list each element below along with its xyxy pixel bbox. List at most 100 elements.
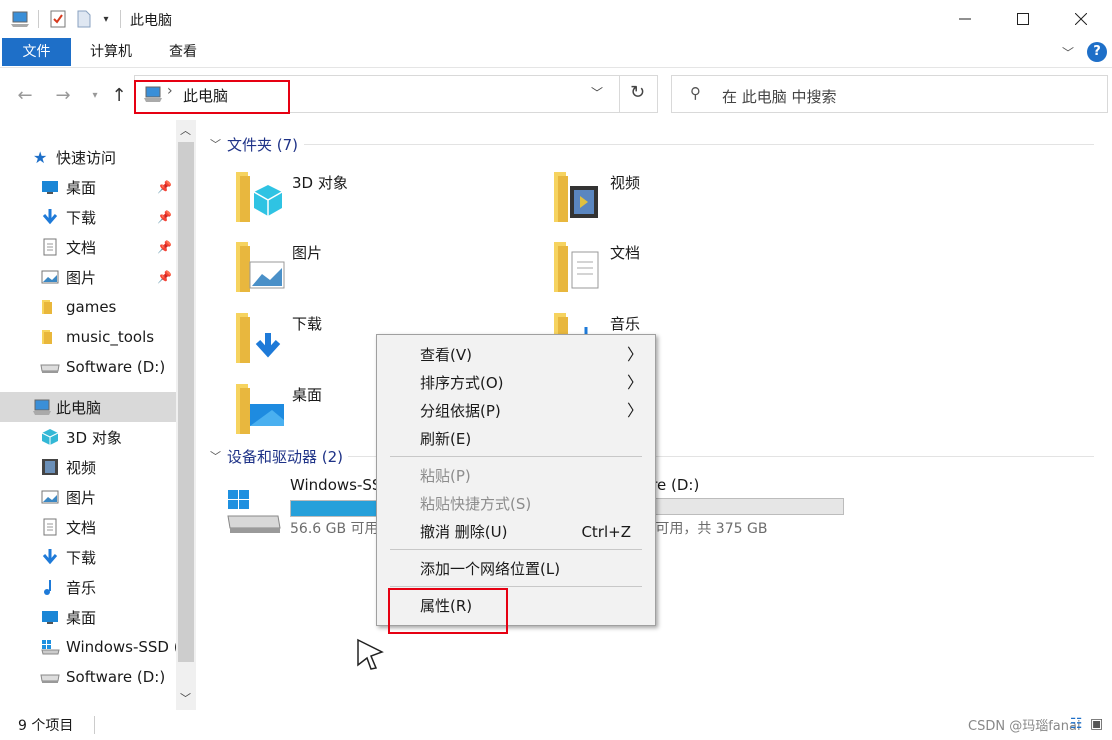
minimize-button[interactable] (936, 0, 994, 38)
folder-item[interactable]: 视频 (552, 168, 852, 230)
nav-item-label: 此电脑 (56, 398, 102, 417)
drive-free-space: 3 可用，共 375 GB (642, 521, 768, 537)
customize-toolbar-icon[interactable]: ▾ (96, 9, 116, 29)
tab-view[interactable]: 查看 (150, 38, 216, 66)
document-icon (40, 517, 60, 537)
status-bar: 9 个项目 CSDN @玛瑙fanai ☷ ▣ (0, 710, 1112, 740)
nav-item[interactable]: 视频 (0, 452, 176, 482)
context-menu-item[interactable]: 排序方式(O) 〉 (377, 369, 655, 397)
nav-item[interactable]: music_tools (0, 322, 176, 352)
drive-software-d[interactable]: are (D:) 3 可用，共 375 GB (622, 476, 962, 540)
nav-item[interactable]: 桌面 (0, 602, 176, 632)
section-folders[interactable]: ﹀ 文件夹 (7) (210, 132, 298, 156)
help-icon[interactable]: ? (1087, 42, 1107, 62)
nav-item[interactable]: 此电脑 (0, 392, 176, 422)
context-menu-item[interactable]: 刷新(E) (377, 425, 655, 453)
cube-icon (40, 427, 60, 447)
refresh-icon[interactable]: ↻ (630, 82, 645, 103)
drive-icon (40, 357, 60, 377)
folder-item[interactable]: 文档 (552, 238, 852, 300)
computer-icon[interactable] (10, 9, 30, 29)
nav-item-label: 下载 (66, 548, 97, 567)
folder-item[interactable]: 3D 对象 (234, 168, 534, 230)
nav-item[interactable]: 图片 📌 (0, 262, 176, 292)
back-button[interactable]: ← (12, 82, 38, 108)
pin-icon: 📌 (157, 270, 172, 284)
menu-separator (390, 549, 642, 550)
nav-item-label: 视频 (66, 458, 97, 477)
context-menu-item: 粘贴快捷方式(S) (377, 490, 655, 518)
properties-icon[interactable] (48, 9, 68, 29)
watermark: CSDN @玛瑙fanai (968, 719, 1081, 734)
context-menu-item[interactable]: 撤消 删除(U) Ctrl+Z (377, 518, 655, 546)
annotation-box (134, 80, 290, 114)
nav-item-label: 文档 (66, 518, 97, 537)
nav-item-label: 文档 (66, 238, 97, 257)
nav-item-label: 下载 (66, 208, 97, 227)
tab-computer[interactable]: 计算机 (76, 38, 146, 66)
nav-item[interactable]: 图片 (0, 482, 176, 512)
tab-file[interactable]: 文件 (2, 38, 71, 66)
menu-item-label: 粘贴快捷方式(S) (420, 495, 532, 513)
nav-item[interactable]: Windows-SSD ( (0, 632, 176, 662)
context-menu: 查看(V) 〉排序方式(O) 〉分组依据(P) 〉刷新(E) 粘贴(P) 粘贴快捷方式(S… (376, 334, 656, 626)
folder-document-icon (554, 242, 599, 292)
nav-item[interactable]: games (0, 292, 176, 322)
nav-item-label: 音乐 (66, 578, 97, 597)
menu-item-label: 排序方式(O) (420, 374, 504, 392)
computer-icon (32, 397, 52, 417)
nav-item[interactable]: Software (D:) (0, 662, 176, 692)
scroll-thumb[interactable] (178, 142, 194, 662)
nav-item-label: 3D 对象 (66, 428, 122, 447)
new-folder-icon[interactable] (74, 9, 94, 29)
folder-cube-icon (236, 172, 283, 222)
nav-item[interactable]: 下载 (0, 542, 176, 572)
scroll-down-icon[interactable]: ﹀ (180, 690, 191, 706)
nav-item[interactable]: 文档 📌 (0, 232, 176, 262)
cursor-icon (357, 638, 384, 670)
folder-label: 3D 对象 (292, 174, 348, 192)
nav-item-label: music_tools (66, 328, 155, 346)
scrollbar[interactable]: ︿ ﹀ (176, 120, 196, 710)
title-bar: ▾ 此电脑 (0, 0, 1112, 38)
folder-picture-icon (236, 242, 285, 292)
close-button[interactable] (1052, 0, 1110, 38)
nav-item-label: Software (D:) (66, 668, 166, 686)
menu-item-label: 刷新(E) (420, 430, 472, 448)
chevron-down-icon: ﹀ (210, 450, 221, 463)
expand-ribbon-icon[interactable]: ﹀ (1062, 44, 1074, 61)
nav-quick-access[interactable]: ★ 快速访问 (0, 142, 176, 172)
recent-locations-icon[interactable]: ▾ (82, 82, 108, 108)
nav-item-label: 图片 (66, 488, 97, 507)
desktop-icon (40, 607, 60, 627)
window-title: 此电脑 (130, 13, 172, 29)
folder-label: 图片 (292, 244, 323, 262)
document-icon (40, 237, 60, 257)
folder-icon (40, 297, 60, 317)
nav-item[interactable]: 音乐 (0, 572, 176, 602)
context-menu-item: 粘贴(P) (377, 462, 655, 490)
nav-item[interactable]: 下载 📌 (0, 202, 176, 232)
scroll-up-icon[interactable]: ︿ (180, 122, 191, 138)
folder-video-icon (554, 172, 598, 222)
star-icon: ★ (33, 147, 48, 167)
nav-item[interactable]: 3D 对象 (0, 422, 176, 452)
maximize-button[interactable] (994, 0, 1052, 38)
nav-item[interactable]: Software (D:) (0, 352, 176, 382)
context-menu-item[interactable]: 添加一个网络位置(L) (377, 555, 655, 583)
context-menu-item[interactable]: 分组依据(P) 〉 (377, 397, 655, 425)
video-icon (40, 457, 60, 477)
menu-separator (390, 586, 642, 587)
nav-item[interactable]: 文档 (0, 512, 176, 542)
context-menu-item[interactable]: 查看(V) 〉 (377, 341, 655, 369)
forward-button[interactable]: → (50, 82, 76, 108)
chevron-down-icon[interactable]: ﹀ (591, 84, 603, 101)
search-icon: ⚲ (690, 84, 701, 102)
nav-item[interactable]: 桌面 📌 (0, 172, 176, 202)
section-devices[interactable]: ﹀ 设备和驱动器 (2) (210, 444, 343, 468)
details-view-icon[interactable]: ☷ (1070, 716, 1083, 732)
folder-item[interactable]: 图片 (234, 238, 534, 300)
search-input[interactable]: ⚲ 在 此电脑 中搜索 (671, 75, 1108, 113)
up-button[interactable]: ↑ (106, 82, 132, 108)
large-icons-view-icon[interactable]: ▣ (1090, 716, 1103, 732)
